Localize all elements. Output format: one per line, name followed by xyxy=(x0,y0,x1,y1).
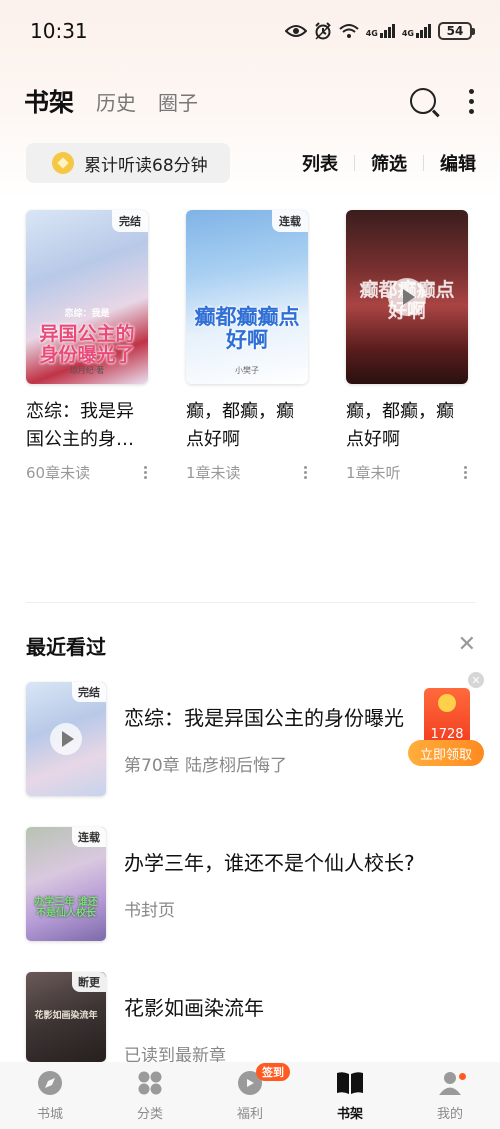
more-icon[interactable] xyxy=(466,88,476,114)
header-actions xyxy=(410,88,476,114)
signal-4g-icon: 4G xyxy=(402,24,431,38)
book-title: 癫，都癫，癫点好啊 xyxy=(346,401,454,450)
recent-info: 恋综：我是异国公主的身份曝光 第70章 陆彦栩后悔了 xyxy=(124,682,404,827)
recent-info: 办学三年，谁还不是个仙人校长? 书封页 xyxy=(124,827,415,972)
recent-book-title: 办学三年，谁还不是个仙人校长? xyxy=(124,851,415,875)
eye-icon xyxy=(284,25,307,37)
close-icon[interactable]: ✕ xyxy=(458,634,476,656)
nav-item-welfare[interactable]: 签到 福利 xyxy=(210,1063,290,1122)
book-cover[interactable]: 断更 花影如画染流年 xyxy=(26,972,106,1062)
tab-circle[interactable]: 圈子 xyxy=(158,87,198,116)
recent-header: 最近看过 ✕ xyxy=(26,630,476,660)
floating-reward-widget[interactable]: ✕ 1728 立即领取 xyxy=(408,672,486,772)
nav-label: 书城 xyxy=(36,1107,63,1122)
bottom-nav: 书城 分类 签到 福利 书架 我的 xyxy=(0,1062,500,1129)
nav-label: 书架 xyxy=(336,1107,363,1122)
red-envelope-icon[interactable]: 1728 xyxy=(424,688,470,746)
wifi-icon xyxy=(339,24,359,38)
edit-button[interactable]: 编辑 xyxy=(424,150,476,176)
bookshelf-icon xyxy=(336,1069,364,1097)
nav-item-bookstore[interactable]: 书城 xyxy=(10,1069,90,1122)
book-card[interactable]: 连载 癫都癫癫点好啊 小樊子 癫，都癫，癫点好啊 1章未读 xyxy=(186,210,308,483)
section-title: 最近看过 xyxy=(26,634,106,659)
book-card[interactable]: 癫都癫癫点好啊 癫，都癫，癫点好啊 1章未听 xyxy=(346,210,468,483)
unread-count: 1章未听 xyxy=(346,464,401,482)
more-options-icon[interactable] xyxy=(462,466,468,479)
book-cover[interactable]: 连载 癫都癫癫点好啊 小樊子 xyxy=(186,210,308,384)
book-meta: 60章未读 xyxy=(26,462,148,483)
battery-icon: 54 xyxy=(438,22,475,40)
tab-bookshelf[interactable]: 书架 xyxy=(24,83,74,119)
nav-label: 我的 xyxy=(436,1107,463,1122)
book-cover[interactable]: 连载 办学三年 谁还不是仙人校长 xyxy=(26,827,106,941)
reading-progress: 书封页 xyxy=(124,901,175,921)
book-title: 癫，都癫，癫点好啊 xyxy=(186,401,294,450)
book-title: 恋综：我是异国公主的身… xyxy=(26,401,134,450)
nav-label: 分类 xyxy=(136,1107,163,1122)
status-bar: 10:31 4G 4G 54 xyxy=(0,0,500,62)
notification-dot xyxy=(459,1073,466,1080)
signal-4g-icon: 4G xyxy=(366,24,395,38)
more-options-icon[interactable] xyxy=(142,466,148,479)
checkin-badge: 签到 xyxy=(256,1063,290,1081)
recent-book-title: 恋综：我是异国公主的身份曝光 xyxy=(124,706,404,730)
list-item[interactable]: 连载 办学三年 谁还不是仙人校长 办学三年，谁还不是个仙人校长? 书封页 xyxy=(26,827,476,972)
status-tag: 断更 xyxy=(72,972,106,992)
status-tag: 连载 xyxy=(72,827,106,847)
alarm-icon xyxy=(315,22,331,40)
tab-history[interactable]: 历史 xyxy=(96,87,136,116)
cover-title: 办学三年 谁还不是仙人校长 xyxy=(34,897,98,919)
status-tag: 完结 xyxy=(72,682,106,702)
coin-icon xyxy=(52,152,74,174)
book-meta: 1章未读 xyxy=(186,462,308,483)
close-icon[interactable]: ✕ xyxy=(468,672,484,688)
search-icon[interactable] xyxy=(410,88,436,114)
unread-count: 60章未读 xyxy=(26,464,91,482)
cover-title: 癫都癫癫点好啊 xyxy=(194,305,300,353)
book-cover[interactable]: 完结 xyxy=(26,682,106,796)
grid-icon xyxy=(136,1069,164,1097)
listen-duration-pill[interactable]: 累计听读68分钟 xyxy=(26,143,230,183)
listen-duration-text: 累计听读68分钟 xyxy=(84,155,208,176)
cover-title: 花影如画染流年 xyxy=(34,1011,98,1021)
cover-author: 琼月纪·著 xyxy=(69,366,105,375)
nav-item-bookshelf[interactable]: 书架 xyxy=(310,1069,390,1122)
recent-book-title: 花影如画染流年 xyxy=(124,996,264,1020)
book-card[interactable]: 完结 恋综：我是 异国公主的身份曝光了 琼月纪·著 恋综：我是异国公主的身… 6… xyxy=(26,210,148,483)
play-icon[interactable] xyxy=(50,723,82,755)
audiobook-cover[interactable]: 癫都癫癫点好啊 xyxy=(346,210,468,384)
nav-label: 福利 xyxy=(236,1107,263,1122)
more-options-icon[interactable] xyxy=(302,466,308,479)
header: 书架 历史 圈子 xyxy=(0,76,500,126)
claim-reward-button[interactable]: 立即领取 xyxy=(408,740,484,766)
shelf-actions: 列表 筛选 编辑 xyxy=(286,150,476,176)
nav-item-profile[interactable]: 我的 xyxy=(410,1069,490,1122)
compass-icon xyxy=(36,1069,64,1097)
bookshelf-grid: 完结 恋综：我是 异国公主的身份曝光了 琼月纪·著 恋综：我是异国公主的身… 6… xyxy=(26,210,476,483)
cover-title: 异国公主的身份曝光了 xyxy=(39,323,135,366)
section-divider xyxy=(26,602,476,603)
shelf-toolbar: 累计听读68分钟 列表 筛选 编辑 xyxy=(26,142,476,184)
status-time: 10:31 xyxy=(30,19,88,43)
reading-progress: 第70章 陆彦栩后悔了 xyxy=(124,756,288,776)
coin-icon xyxy=(438,694,456,712)
cover-author: 小樊子 xyxy=(235,366,259,375)
status-tag: 完结 xyxy=(112,210,148,232)
book-cover[interactable]: 完结 恋综：我是 异国公主的身份曝光了 琼月纪·著 xyxy=(26,210,148,384)
nav-item-category[interactable]: 分类 xyxy=(110,1069,190,1122)
status-icons: 4G 4G 54 xyxy=(284,22,475,40)
status-tag: 连载 xyxy=(272,210,308,232)
play-icon[interactable] xyxy=(388,278,426,316)
unread-count: 1章未读 xyxy=(186,464,241,482)
filter-button[interactable]: 筛选 xyxy=(355,150,423,176)
list-view-button[interactable]: 列表 xyxy=(286,150,354,176)
cover-subtitle: 恋综：我是 xyxy=(64,309,110,319)
book-meta: 1章未听 xyxy=(346,462,468,483)
